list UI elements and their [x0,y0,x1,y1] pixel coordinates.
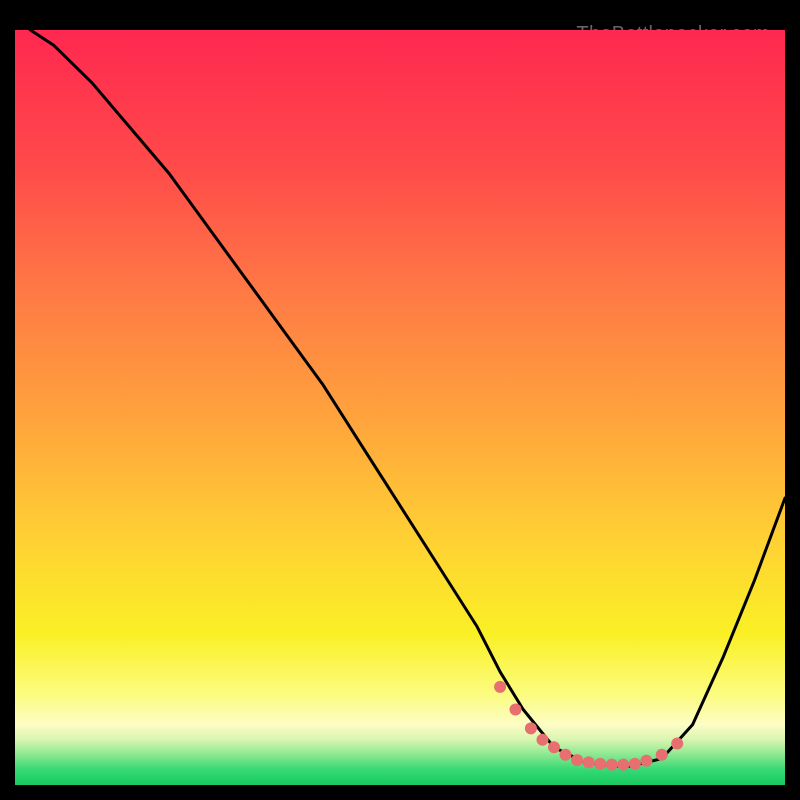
optimal-marker [560,749,572,761]
chart-svg [15,30,785,785]
plot-area [15,30,785,785]
optimal-marker [537,734,549,746]
optimal-marker [656,749,668,761]
optimal-marker [594,758,606,770]
optimal-marker [629,758,641,770]
optimal-marker [606,759,618,771]
optimal-marker [583,756,595,768]
optimal-marker [571,754,583,766]
gradient-background [15,30,785,785]
optimal-marker [548,741,560,753]
optimal-marker [494,681,506,693]
bottleneck-chart: TheBottlenecker.com [15,15,785,785]
optimal-marker [510,704,522,716]
optimal-marker [525,722,537,734]
optimal-marker [671,738,683,750]
optimal-marker [640,755,652,767]
optimal-marker [617,759,629,771]
